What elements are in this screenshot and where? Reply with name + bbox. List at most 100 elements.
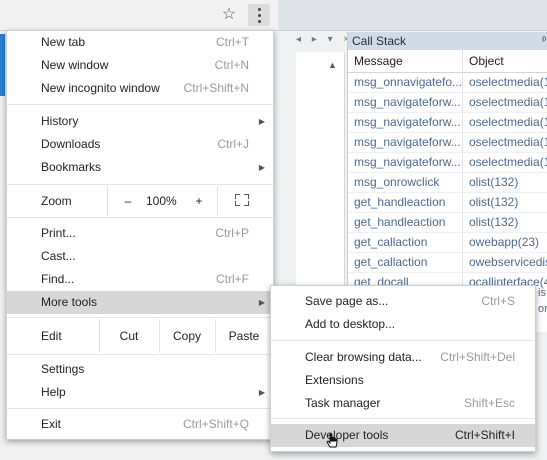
shortcut-label: Ctrl+N (214, 58, 249, 72)
cell-object: oselectmedia(1 (469, 95, 547, 109)
table-row[interactable]: get_handleaction olist(132) (348, 213, 547, 233)
zoom-divider (107, 186, 108, 216)
menu-item-exit[interactable]: Exit Ctrl+Shift+Q (7, 413, 273, 436)
table-row[interactable]: get_handleaction olist(132) (348, 193, 547, 213)
page-selection-strip (0, 34, 5, 96)
shortcut-label: Ctrl+T (216, 35, 249, 49)
menu-item-print[interactable]: Print... Ctrl+P (7, 222, 273, 245)
cell-message: get_handleaction (348, 193, 463, 212)
table-row[interactable]: get_callaction owebapp(23) (348, 233, 547, 253)
menu-item-label: New window (41, 58, 109, 72)
submenu-item-save-page[interactable]: Save page as... Ctrl+S (271, 290, 535, 313)
call-stack-overflow-text: on (538, 303, 547, 315)
menu-item-more-tools[interactable]: More tools ▶ (7, 291, 273, 314)
menu-item-label: New tab (41, 35, 86, 49)
table-row[interactable]: msg_navigateforw... oselectmedia(1 (348, 93, 547, 113)
pin-icon[interactable]: ᵖ (542, 32, 546, 50)
shortcut-label: Ctrl+J (217, 137, 249, 151)
table-row[interactable]: msg_navigateforw... oselectmedia(1 (348, 133, 547, 153)
zoom-divider (217, 186, 218, 216)
cell-object: oselectmedia(1 (469, 115, 547, 129)
menu-item-history[interactable]: History ▶ (7, 110, 273, 133)
scroll-up-arrow-icon[interactable]: ▲ (328, 60, 337, 70)
table-row[interactable]: get_callaction owebservicedis (348, 253, 547, 273)
cell-object: olist(132) (469, 195, 519, 209)
menu-divider (7, 317, 273, 318)
shortcut-label: Ctrl+S (481, 294, 515, 308)
zoom-out-button[interactable]: – (122, 186, 134, 216)
menu-item-label: Find... (41, 272, 75, 286)
menu-item-label: Help (41, 385, 66, 399)
menu-item-label: Print... (41, 226, 76, 240)
copy-button[interactable]: Copy (159, 319, 215, 353)
fullscreen-icon[interactable] (235, 194, 249, 206)
menu-item-settings[interactable]: Settings (7, 358, 273, 381)
cell-message: msg_navigateforw... (348, 133, 463, 152)
menu-item-label: Clear browsing data... (305, 350, 422, 364)
call-stack-header: Message Object (348, 50, 547, 73)
submenu-item-task-manager[interactable]: Task manager Shift+Esc (271, 392, 535, 415)
cell-message: msg_onrowclick (348, 173, 463, 192)
menu-item-label: Save page as... (305, 294, 389, 308)
shortcut-label: Shift+Esc (463, 396, 515, 410)
shortcut-label: Ctrl+Shift+Del (440, 350, 515, 364)
table-row[interactable]: msg_onnavigatefo... oselectmedia(1 (348, 73, 547, 93)
call-stack-overflow-text: is (538, 287, 546, 299)
menu-item-find[interactable]: Find... Ctrl+F (7, 268, 273, 291)
menu-item-label: Bookmarks (41, 160, 102, 174)
cell-message: msg_navigateforw... (348, 153, 463, 172)
table-row[interactable]: msg_navigateforw... oselectmedia(1 (348, 113, 547, 133)
submenu-item-add-to-desktop[interactable]: Add to desktop... (271, 313, 535, 336)
menu-divider (7, 408, 273, 409)
menu-item-cast[interactable]: Cast... (7, 245, 273, 268)
call-stack-title-text: Call Stack (352, 34, 407, 48)
menu-divider (7, 354, 273, 355)
submenu-arrow-icon: ▶ (258, 298, 265, 307)
cell-object: owebapp(23) (469, 235, 540, 249)
menu-item-label: Add to desktop... (305, 317, 396, 331)
menu-item-label: Cast... (41, 249, 76, 263)
column-header-object[interactable]: Object (463, 50, 547, 72)
more-tools-submenu: Save page as... Ctrl+S Add to desktop...… (270, 285, 536, 452)
menu-item-bookmarks[interactable]: Bookmarks ▶ (7, 156, 273, 179)
menu-item-label: Downloads (41, 137, 101, 151)
submenu-item-extensions[interactable]: Extensions (271, 369, 535, 392)
submenu-arrow-icon: ▶ (258, 388, 265, 397)
table-row[interactable]: msg_onrowclick olist(132) (348, 173, 547, 193)
cell-message: msg_navigateforw... (348, 93, 463, 112)
kebab-menu-icon[interactable] (248, 4, 270, 26)
menu-item-label: Extensions (305, 373, 364, 387)
pane-tab-controls[interactable]: ◂ ▸ ▾ × (296, 34, 353, 45)
menu-item-zoom: Zoom – 100% + (7, 186, 273, 216)
column-header-message[interactable]: Message (348, 50, 463, 72)
cut-button[interactable]: Cut (99, 319, 159, 353)
zoom-label: Zoom (41, 194, 72, 208)
cell-object: olist(132) (469, 215, 519, 229)
paste-button[interactable]: Paste (215, 319, 273, 353)
menu-item-new-tab[interactable]: New tab Ctrl+T (7, 31, 273, 54)
cell-object: oselectmedia(1 (469, 135, 547, 149)
menu-item-help[interactable]: Help ▶ (7, 381, 273, 404)
ide-toolbar (278, 0, 547, 31)
menu-item-downloads[interactable]: Downloads Ctrl+J (7, 133, 273, 156)
menu-item-new-window[interactable]: New window Ctrl+N (7, 54, 273, 77)
menu-item-label: Settings (41, 362, 85, 376)
menu-item-new-incognito[interactable]: New incognito window Ctrl+Shift+N (7, 77, 273, 100)
call-stack-title: Call Stack ᵖ (348, 32, 547, 50)
zoom-in-button[interactable]: + (193, 186, 205, 216)
cell-message: msg_onnavigatefo... (348, 73, 463, 92)
menu-item-label: History (41, 114, 79, 128)
menu-divider (7, 104, 273, 105)
zoom-level-value: 100% (146, 194, 177, 208)
table-row[interactable]: msg_navigateforw... oselectmedia(1 (348, 153, 547, 173)
shortcut-label: Ctrl+F (216, 272, 249, 286)
star-icon[interactable]: ☆ (219, 5, 239, 25)
cell-message: get_callaction (348, 233, 463, 252)
submenu-item-clear-browsing-data[interactable]: Clear browsing data... Ctrl+Shift+Del (271, 346, 535, 369)
menu-item-label: New incognito window (41, 81, 160, 95)
menu-item-label: More tools (41, 295, 98, 309)
submenu-item-developer-tools[interactable]: Developer tools Ctrl+Shift+I (271, 424, 535, 447)
cell-message: get_handleaction (348, 213, 463, 232)
cell-message: msg_navigateforw... (348, 113, 463, 132)
menu-item-label: Exit (41, 417, 62, 431)
